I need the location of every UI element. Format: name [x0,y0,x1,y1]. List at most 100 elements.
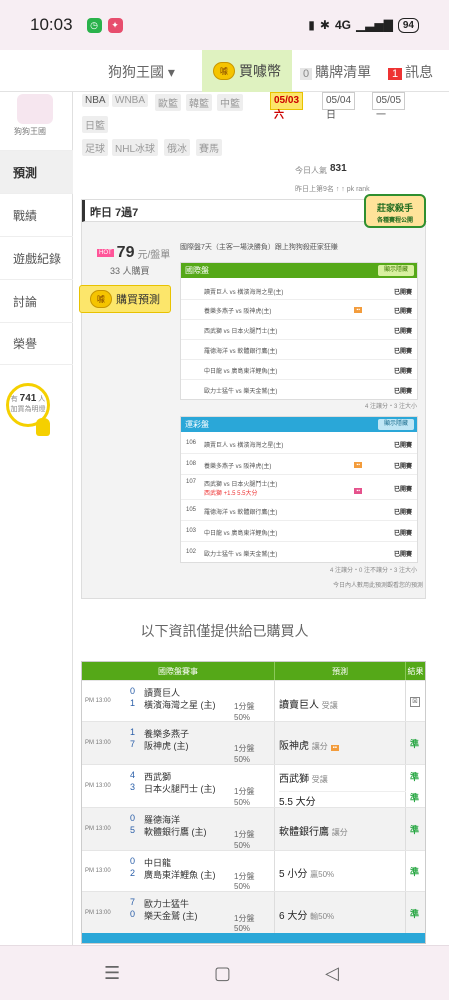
pink-tag: ▪▪ [354,488,362,494]
league-russia-hockey[interactable]: 俄冰 [164,139,190,156]
score-1: 4 [130,770,136,780]
messages-label: 訊息 [405,64,434,80]
league-soccer[interactable]: 足球 [82,139,108,156]
popularity-label: 今日人氣 [295,166,327,175]
app-notification-icon: ◷ [86,17,102,33]
system-nav-bar: ☰ ▢ ◁ [0,945,449,1000]
row-code: 105 [186,507,197,513]
back-icon[interactable]: ◁ [325,963,339,984]
table-row: 102 歐力士猛牛 vs 樂天金鷲(主) 已開賽 [181,542,417,563]
coin-icon: 噱 [90,290,112,308]
result-mark: 準 [410,825,420,835]
row-teams: 西武獅 vs 日本火腿鬥士(主) [204,329,278,335]
table-row: 羅德海洋 vs 軟體銀行鷹(主) 已開賽 [181,340,417,360]
intl-group-title: 國際盤 [185,266,209,275]
sport-toggle[interactable]: 顯示隱藏 [378,419,414,430]
date-tab-0505[interactable]: 05/05 一 [372,92,406,121]
header-match: 國際盤賽事 [82,662,275,680]
pick-time: PM 13:00 [85,868,111,874]
price-value: 79 [116,244,135,261]
avatar[interactable] [17,94,53,124]
price-info: HOT 79 元/盤單 [97,244,170,262]
cart-link[interactable]: 0 購牌清單 [300,62,371,82]
pick-tag: 受讓 [321,701,338,710]
helper-text: 加買為明燈 [10,406,46,413]
sidebar-item-game-log[interactable]: 遊戲紀錄 [0,236,73,279]
league-china-basket[interactable]: 中籃 [217,94,243,111]
table-row: 歐力士猛牛 vs 樂天金鷲(主) 已開賽 [181,380,417,400]
pick-line: 1分盤 [234,787,255,796]
message-count-badge: 1 [388,68,403,80]
row-teams: 養樂多燕子 vs 阪神虎(主) [204,464,272,470]
pick-tag: 贏50% [310,870,335,879]
cart-label: 購牌清單 [315,64,372,80]
intl-toggle[interactable]: 顯示隱藏 [378,265,414,276]
row-result: 已開賽 [393,329,412,335]
pick-row: PM 13:00 0 讀賣巨人 1 橫濱海灣之星 (主) 1分盤 50% 讀賣巨人 受讓 ☒ [82,680,425,722]
helper-prefix: 有 [10,396,18,403]
home-icon[interactable]: ▢ [214,963,231,984]
status-bar: 10:03 ◷ ✦ ▮ ✱ 4G ▁▃▅▇ 94 [0,0,449,50]
league-wnba[interactable]: WNBA [112,94,148,107]
pick-row: PM 13:00 1 養樂多燕子 7 阪神虎 (主) 1分盤 50% 阪神虎 讓分 ▪▪ 準 [82,721,425,764]
row-teams: 羅德海洋 vs 軟體銀行鷹(主) [204,349,278,355]
wifi-icon: ▁▃▅▇ [355,18,393,32]
row-teams: 讀賣巨人 vs 橫濱海灣之星(主) [204,443,284,449]
sidebar-item-record[interactable]: 戰績 [0,193,73,236]
sidebar-item-discuss[interactable]: 討論 [0,279,73,322]
pick-line: 1分盤 [234,744,255,753]
helper-count: 741 [19,393,37,404]
table-row: 103 中日龍 vs 廣島東洋鯉魚(主) 已開賽 [181,521,417,542]
bluetooth-icon: ✱ [319,18,330,32]
league-nhl[interactable]: NHL冰球 [112,139,159,156]
row-result: 已開賽 [393,531,412,537]
next-table-header [82,933,425,943]
pick-choice: 5 小分 [279,869,308,880]
prediction-intro: 國際盤7天（主客一場決勝負）跟上狗狗殺莊家狂賺 [180,244,338,251]
pick-choice: 阪神虎 [279,741,309,752]
purchaser-only-notice: 以下資訊僅提供給已購買人 [140,623,309,639]
pick-row: PM 13:00 0 中日龍 2 廣島東洋鯉魚 (主) 1分盤 50% 5 小分 贏50% … [82,850,425,891]
league-japan-basket[interactable]: 日籃 [82,116,108,133]
helper-unit: 人 [38,396,46,403]
messages-link[interactable]: 1 訊息 [388,62,433,82]
pick-row: PM 13:00 4 西武獅 3 日本火腿鬥士 (主) 1分盤 50% 西武獅 受讓 5.5 … [82,764,425,808]
league-euro-basket[interactable]: 歐籃 [155,94,181,111]
buy-prediction-button[interactable]: 噱購買預測 [79,285,171,313]
row-result: 已開賽 [393,464,412,470]
result-mark-2: 準 [410,793,420,803]
intl-footer: 4 注讓分・3 注大小 [364,404,417,410]
header-result: 結果 [407,666,424,676]
result-mark: 準 [410,867,420,877]
team-2: 軟體銀行鷹 (主) [144,827,207,837]
row-result: 已開賽 [393,290,412,296]
league-nba[interactable]: NBA [82,94,109,107]
buyer-count: 33 人購買 [110,266,150,276]
row-teams: 讀賣巨人 vs 橫濱海灣之星(主) [204,290,284,296]
menu-icon[interactable]: ☰ [104,963,120,984]
pick-tag: 受讓 [311,775,328,784]
league-korea-basket[interactable]: 韓籃 [186,94,212,111]
top-nav: 狗狗王國 ▾ 噱 買噱幣 0 購牌清單 1 訊息 [0,50,449,92]
pick-time: PM 13:00 [85,740,111,746]
table-row: 養樂多燕子 vs 阪神虎(主) ▪▪ 已開賽 [181,300,417,320]
table-row: 讀賣巨人 vs 橫濱海灣之星(主) 已開賽 [181,281,417,300]
buy-coins-button[interactable]: 噱 買噱幣 [202,50,292,92]
row-result: 已開賽 [393,349,412,355]
site-dropdown[interactable]: 狗狗王國 ▾ [108,62,175,82]
sidebar-item-honor[interactable]: 榮譽 [0,322,73,365]
sidebar-item-predict[interactable]: 預測 [0,150,73,193]
buy-prediction-label: 購買預測 [116,294,160,306]
date-tab-0503[interactable]: 05/03 六 [270,92,304,121]
date-tab-0504[interactable]: 05/04 日 [322,92,356,121]
table-row: 西武獅 vs 日本火腿鬥士(主) 已開賽 [181,320,417,340]
pick-line: 1分盤 [234,830,255,839]
pick-pct: 50% [234,924,251,933]
row-result: 已開賽 [393,443,412,449]
banker-killer-stamp: 莊家殺手 各種賽程公開 [364,194,426,228]
score-1: 0 [130,856,136,866]
pick-choice: 6 大分 [279,911,308,922]
row-result: 已開賽 [393,309,412,315]
row-code: 108 [186,461,197,467]
league-horse-racing[interactable]: 賽馬 [196,139,222,156]
